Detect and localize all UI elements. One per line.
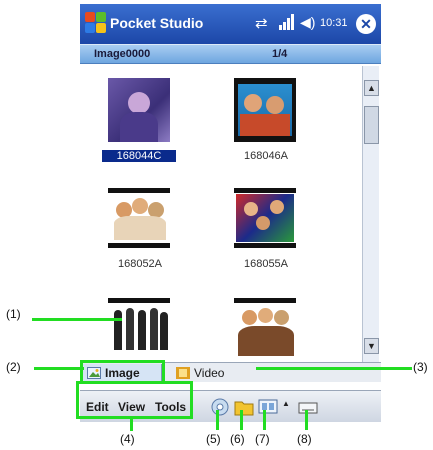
callout-line-1 <box>32 318 122 321</box>
page-indicator: 1/4 <box>272 48 288 60</box>
thumbnail-image[interactable] <box>234 78 296 142</box>
thumbnail-item[interactable] <box>216 288 316 362</box>
video-tab-icon <box>176 367 190 379</box>
tab-video-label: Video <box>194 366 225 380</box>
callout-3: (3) <box>413 360 428 374</box>
tab-video[interactable]: Video <box>172 364 252 382</box>
thumbnail-image[interactable] <box>108 78 170 142</box>
keyboard-icon[interactable] <box>298 397 318 417</box>
thumbnail-image[interactable] <box>108 296 170 360</box>
thumbnail-item[interactable]: 168052A <box>90 178 190 278</box>
thumbnail-label: 168055A <box>243 258 289 270</box>
scroll-down-icon[interactable]: ▼ <box>364 338 379 354</box>
clock[interactable]: 10:31 <box>320 17 348 29</box>
callout-7: (7) <box>255 432 270 446</box>
thumbnail-image[interactable] <box>234 186 296 250</box>
thumbnail-image[interactable] <box>108 186 170 250</box>
toolbar-display-icon[interactable] <box>258 397 278 417</box>
callout-line-8 <box>305 410 308 430</box>
menu-highlight-box <box>76 381 193 419</box>
callout-line-6 <box>240 410 243 430</box>
thumbnail-item[interactable] <box>90 288 190 362</box>
callout-4: (4) <box>120 432 135 446</box>
thumbnail-label: 168052A <box>117 258 163 270</box>
callout-8: (8) <box>297 432 312 446</box>
thumbnail-item[interactable]: 168055A <box>216 178 316 278</box>
app-title: Pocket Studio <box>110 15 204 31</box>
close-icon[interactable]: ✕ <box>356 14 376 34</box>
callout-1: (1) <box>6 307 21 321</box>
signal-icon[interactable] <box>278 13 294 31</box>
thumbnail-item[interactable]: 168044C <box>90 70 190 170</box>
thumbnail-image[interactable] <box>234 296 296 360</box>
thumbnail-label: 168044C <box>102 150 176 162</box>
callout-6: (6) <box>230 432 245 446</box>
callout-line-7 <box>263 410 266 430</box>
vertical-scrollbar[interactable]: ▲ ▼ <box>362 66 379 362</box>
folder-header: Image0000 1/4 <box>80 44 381 64</box>
sync-icon[interactable]: ⇄ <box>255 14 268 32</box>
thumbnail-grid: 168044C 168046A 168052A 168055A <box>84 66 360 362</box>
callout-line-4 <box>130 419 133 431</box>
toolbar-disc-icon[interactable] <box>210 397 230 417</box>
title-bar: Pocket Studio ⇄ ◀) 10:31 ✕ <box>80 4 381 44</box>
speaker-icon[interactable]: ◀) <box>300 14 315 31</box>
callout-line-5 <box>216 410 219 430</box>
windows-start-icon[interactable] <box>84 11 108 35</box>
scrollbar-thumb[interactable] <box>364 106 379 144</box>
thumbnail-item[interactable]: 168046A <box>216 70 316 170</box>
callout-5: (5) <box>206 432 221 446</box>
tab-highlight-box <box>80 360 165 384</box>
folder-name: Image0000 <box>94 48 151 60</box>
callout-line-3 <box>256 367 412 370</box>
input-arrow-icon[interactable]: ▲ <box>282 399 290 408</box>
callout-2: (2) <box>6 360 21 374</box>
toolbar-folder-icon[interactable] <box>234 397 254 417</box>
thumbnail-label: 168046A <box>243 150 289 162</box>
callout-line-2 <box>34 367 84 370</box>
scroll-up-icon[interactable]: ▲ <box>364 80 379 96</box>
